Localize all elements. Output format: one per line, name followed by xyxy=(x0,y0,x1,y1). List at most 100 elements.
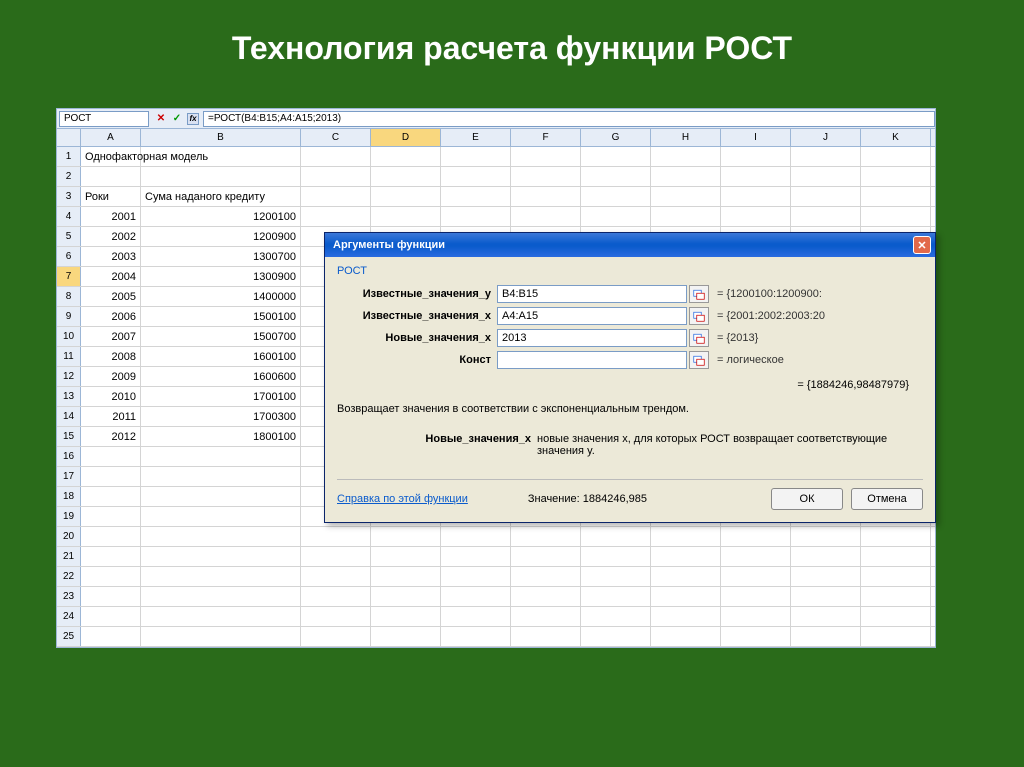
cell[interactable] xyxy=(651,607,721,626)
cell[interactable] xyxy=(141,567,301,586)
cell[interactable] xyxy=(861,167,931,186)
cell[interactable] xyxy=(651,587,721,606)
row-header[interactable]: 10 xyxy=(57,327,81,346)
cell[interactable] xyxy=(441,147,511,166)
cell[interactable] xyxy=(791,587,861,606)
cell[interactable] xyxy=(511,587,581,606)
cell[interactable] xyxy=(81,167,141,186)
cell[interactable] xyxy=(301,567,371,586)
cell[interactable] xyxy=(141,447,301,466)
cell[interactable] xyxy=(301,147,371,166)
cell[interactable] xyxy=(721,627,791,646)
cell[interactable] xyxy=(141,507,301,526)
cell[interactable] xyxy=(141,547,301,566)
cell[interactable] xyxy=(301,527,371,546)
cell[interactable] xyxy=(81,447,141,466)
cell[interactable] xyxy=(581,167,651,186)
cell[interactable] xyxy=(861,607,931,626)
cell[interactable] xyxy=(791,147,861,166)
cell[interactable] xyxy=(721,567,791,586)
cell[interactable] xyxy=(141,527,301,546)
cell[interactable]: 2009 xyxy=(81,367,141,386)
row-header[interactable]: 17 xyxy=(57,467,81,486)
cell[interactable] xyxy=(511,547,581,566)
cell[interactable] xyxy=(651,527,721,546)
cell[interactable] xyxy=(81,547,141,566)
cell[interactable] xyxy=(721,527,791,546)
cell[interactable] xyxy=(721,207,791,226)
row-header[interactable]: 22 xyxy=(57,567,81,586)
row-header[interactable]: 4 xyxy=(57,207,81,226)
arg-input[interactable]: 2013 xyxy=(497,329,687,347)
cell[interactable] xyxy=(581,607,651,626)
cell[interactable]: 1500100 xyxy=(141,307,301,326)
cell[interactable]: 1500700 xyxy=(141,327,301,346)
range-select-icon[interactable] xyxy=(689,307,709,325)
cell[interactable] xyxy=(581,547,651,566)
cell[interactable] xyxy=(371,167,441,186)
cell[interactable] xyxy=(791,567,861,586)
cell[interactable] xyxy=(371,567,441,586)
cell[interactable] xyxy=(441,587,511,606)
ok-button[interactable]: ОК xyxy=(771,488,843,510)
cell[interactable] xyxy=(441,607,511,626)
cell[interactable] xyxy=(371,627,441,646)
row-header[interactable]: 12 xyxy=(57,367,81,386)
cell[interactable] xyxy=(301,587,371,606)
cell[interactable] xyxy=(791,167,861,186)
cell[interactable] xyxy=(301,607,371,626)
cell[interactable] xyxy=(861,547,931,566)
cell[interactable]: 1600100 xyxy=(141,347,301,366)
cell[interactable] xyxy=(651,547,721,566)
cell[interactable] xyxy=(721,167,791,186)
row-header[interactable]: 24 xyxy=(57,607,81,626)
cell[interactable] xyxy=(301,547,371,566)
cell[interactable] xyxy=(81,587,141,606)
row-header[interactable]: 5 xyxy=(57,227,81,246)
cell[interactable] xyxy=(371,187,441,206)
cell[interactable] xyxy=(791,187,861,206)
cell[interactable]: 2002 xyxy=(81,227,141,246)
cell[interactable] xyxy=(441,627,511,646)
cell[interactable] xyxy=(441,567,511,586)
cell[interactable] xyxy=(81,527,141,546)
row-header[interactable]: 1 xyxy=(57,147,81,166)
cell[interactable] xyxy=(301,187,371,206)
cell[interactable] xyxy=(581,627,651,646)
cell[interactable]: 1600600 xyxy=(141,367,301,386)
row-header[interactable]: 16 xyxy=(57,447,81,466)
cell[interactable] xyxy=(141,167,301,186)
cell[interactable] xyxy=(581,147,651,166)
row-header[interactable]: 8 xyxy=(57,287,81,306)
cell[interactable]: 2006 xyxy=(81,307,141,326)
cell[interactable] xyxy=(81,487,141,506)
cell[interactable] xyxy=(141,607,301,626)
cell[interactable] xyxy=(301,167,371,186)
row-header[interactable]: 2 xyxy=(57,167,81,186)
cell[interactable] xyxy=(861,527,931,546)
close-icon[interactable]: ✕ xyxy=(913,236,931,254)
row-header[interactable]: 25 xyxy=(57,627,81,646)
cell[interactable] xyxy=(581,187,651,206)
column-header-F[interactable]: F xyxy=(511,129,581,146)
cell[interactable] xyxy=(791,547,861,566)
cell[interactable] xyxy=(721,607,791,626)
cell[interactable] xyxy=(861,147,931,166)
cell[interactable] xyxy=(371,607,441,626)
cell[interactable] xyxy=(791,207,861,226)
cell[interactable] xyxy=(511,607,581,626)
cancel-button[interactable]: Отмена xyxy=(851,488,923,510)
row-header[interactable]: 23 xyxy=(57,587,81,606)
cell[interactable] xyxy=(721,587,791,606)
cell[interactable] xyxy=(371,547,441,566)
cell[interactable]: Сума наданого кредиту xyxy=(141,187,301,206)
cell[interactable]: 2005 xyxy=(81,287,141,306)
range-select-icon[interactable] xyxy=(689,329,709,347)
cell[interactable] xyxy=(581,567,651,586)
cell[interactable] xyxy=(81,627,141,646)
column-header-I[interactable]: I xyxy=(721,129,791,146)
name-box[interactable]: РОСТ xyxy=(59,111,149,127)
range-select-icon[interactable] xyxy=(689,285,709,303)
cell[interactable]: 1200900 xyxy=(141,227,301,246)
cell[interactable] xyxy=(791,607,861,626)
